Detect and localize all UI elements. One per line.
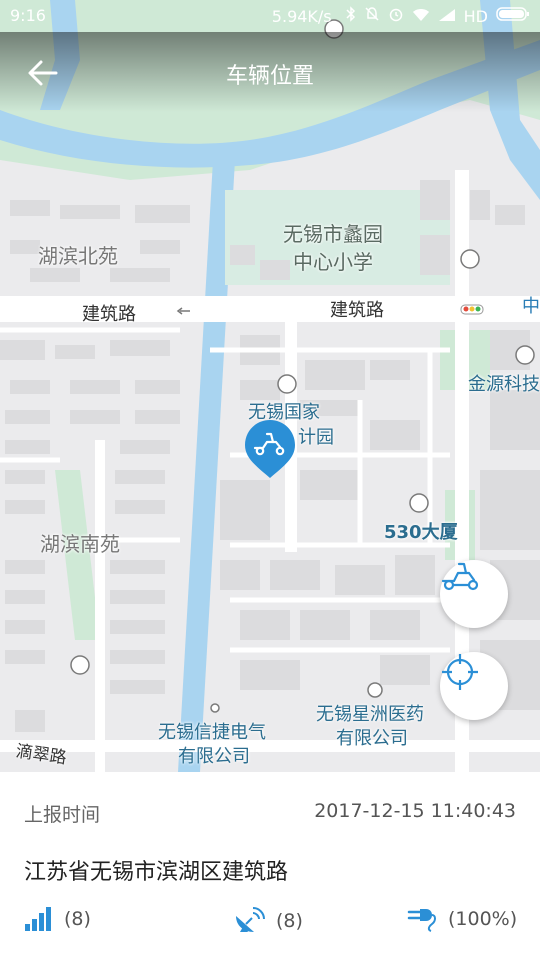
scooter-icon: [441, 562, 479, 591]
map-label-jiyuan: 计园: [298, 427, 334, 448]
vehicle-info-panel: 上报时间 2017-12-15 11:40:43 江苏省无锡市滨湖区建筑路 (8…: [0, 772, 540, 960]
bluetooth-icon: [346, 6, 356, 26]
map-label-xingzhou-1: 无锡星洲医药: [316, 704, 424, 725]
report-time-value: 2017-12-15 11:40:43: [314, 800, 516, 822]
mute-icon: [364, 6, 380, 26]
status-network-type: HD: [463, 6, 488, 26]
alarm-icon: [388, 6, 404, 26]
wifi-icon: [412, 7, 430, 26]
status-net-speed: 5.94K/s: [271, 6, 332, 26]
battery-value: (100%): [448, 908, 518, 930]
status-time: 9:16: [10, 6, 46, 25]
vehicle-location-marker[interactable]: [243, 418, 297, 480]
map-label-530-tower: 530大厦: [384, 522, 458, 543]
map-label-xinjie-2: 有限公司: [178, 746, 250, 767]
battery-icon: [496, 6, 530, 26]
road-label-jianzhu-1: 建筑路: [82, 304, 136, 325]
status-metrics: (8) (8) (100%): [0, 906, 540, 946]
scooter-pin-icon: [245, 420, 295, 478]
map-label-zhong: 中: [522, 296, 540, 317]
map-view[interactable]: 无锡市蠡园 中心小学 湖滨北苑 建筑路 建筑路 中 金源科技 无锡国家 计园 5…: [0, 0, 540, 772]
vehicle-address: 江苏省无锡市滨湖区建筑路: [24, 860, 289, 885]
my-location-button[interactable]: [440, 652, 508, 720]
crosshair-icon: [442, 654, 478, 690]
page-title: 车辆位置: [225, 64, 314, 89]
vehicle-center-button[interactable]: [440, 560, 508, 628]
map-label-school: 无锡市蠡园 中心小学: [283, 222, 383, 274]
map-label-xinjie-1: 无锡信捷电气: [158, 722, 266, 743]
signal-metric: (8): [24, 906, 91, 932]
map-label-hubin-north: 湖滨北苑: [38, 244, 118, 268]
status-bar: 9:16 5.94K/s HD: [0, 0, 540, 32]
road-label-jianzhu-2: 建筑路: [330, 300, 384, 321]
report-time-label: 上报时间: [24, 804, 101, 826]
map-label-xingzhou-2: 有限公司: [336, 728, 408, 749]
signal-value: (8): [64, 908, 91, 930]
map-label-hubin-south: 湖滨南苑: [40, 532, 120, 556]
charging-plug-icon: [407, 909, 436, 932]
satellite-value: (8): [276, 910, 303, 932]
map-label-jinyuan: 金源科技: [468, 374, 540, 395]
signal-strength-icon: [25, 907, 51, 931]
battery-metric: (100%): [406, 906, 517, 932]
signal-icon: [438, 7, 456, 26]
satellite-dish-icon: [236, 907, 265, 932]
satellite-metric: (8): [232, 906, 303, 936]
